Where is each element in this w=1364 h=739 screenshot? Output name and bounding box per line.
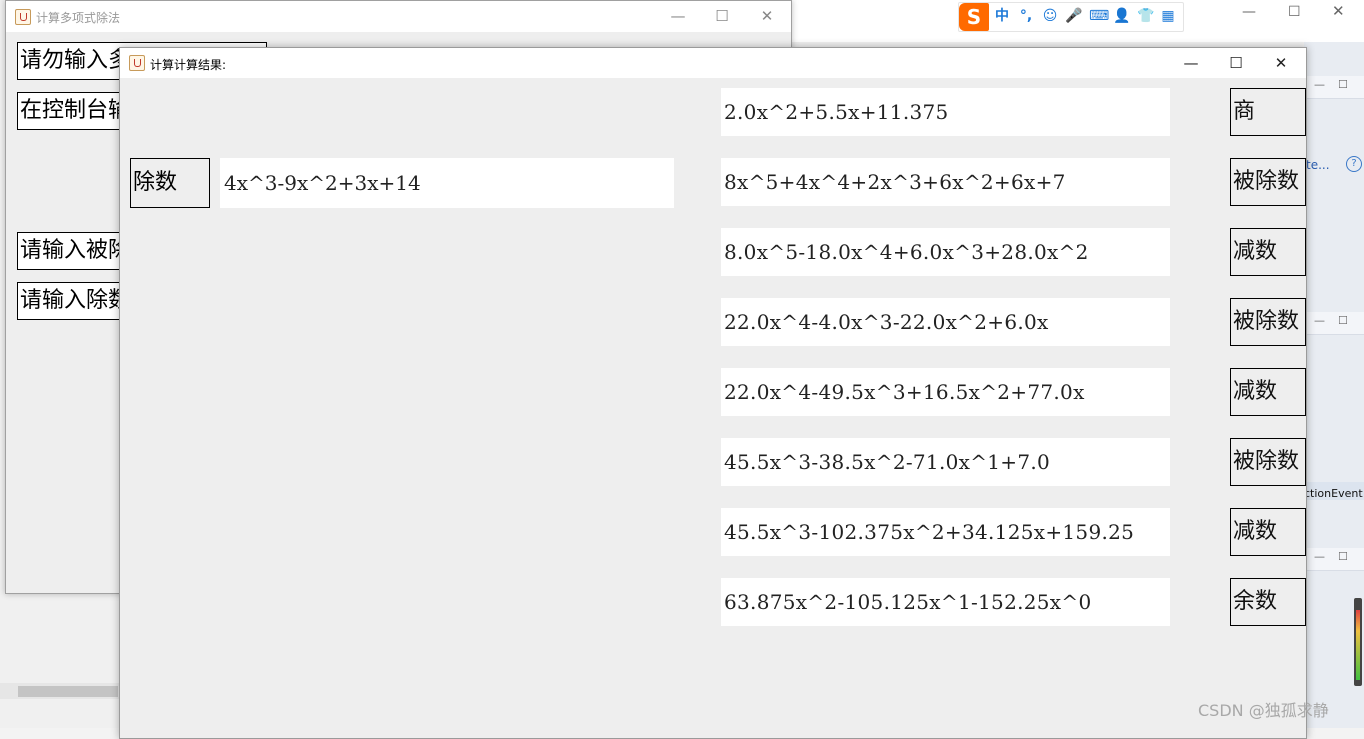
ide-scrollbar-thumb[interactable] — [18, 686, 118, 697]
ide-minimize-button[interactable]: — — [1242, 4, 1256, 20]
subtrahend-label: 减数 — [1230, 228, 1306, 276]
ime-user-icon[interactable]: 👤 — [1113, 7, 1131, 25]
ide-panel-maximize-button[interactable]: ☐ — [1338, 78, 1348, 91]
subtrahend-value-field[interactable]: 45.5x^3-102.375x^2+34.125x+159.25 — [721, 508, 1170, 556]
back-close-button[interactable]: ✕ — [744, 1, 790, 32]
ime-chinese-mode-icon[interactable]: 中 — [993, 7, 1011, 25]
back-minimize-button[interactable]: — — [655, 1, 701, 32]
ime-toolbox-icon[interactable]: ▦ — [1159, 7, 1177, 25]
dividend-label: 被除数 — [1230, 158, 1306, 206]
ide-panel-minimize-button[interactable]: — — [1314, 314, 1325, 327]
sogou-logo-icon[interactable]: S — [959, 3, 989, 31]
ide-panel-maximize-button[interactable]: ☐ — [1338, 314, 1348, 327]
result-window-title: 计算计算结果: — [150, 58, 227, 72]
result-window: 计算计算结果: — ☐ ✕ 除数 4x^3-9x^2+3x+14 2.0x^2+… — [119, 47, 1307, 739]
java-icon — [129, 55, 145, 71]
result-window-titlebar[interactable]: 计算计算结果: — ☐ ✕ — [120, 48, 1306, 78]
ime-punctuation-icon[interactable]: °, — [1017, 7, 1035, 25]
ide-restore-button[interactable]: ☐ — [1288, 4, 1301, 20]
ide-outline-item[interactable]: te... — [1306, 158, 1330, 172]
ide-selected-row[interactable]: ctionEvent — [1304, 482, 1364, 500]
java-icon — [15, 9, 31, 25]
remainder-label: 余数 — [1230, 578, 1306, 626]
ime-keyboard-icon[interactable]: ⌨ — [1089, 7, 1109, 25]
dividend-label: 被除数 — [1230, 298, 1306, 346]
help-icon[interactable]: ? — [1346, 156, 1362, 172]
back-window-titlebar[interactable]: 计算多项式除法 — ☐ ✕ — [6, 1, 791, 32]
dividend-value-field[interactable]: 8x^5+4x^4+2x^3+6x^2+6x+7 — [721, 158, 1170, 206]
back-maximize-button[interactable]: ☐ — [699, 1, 745, 32]
dividend-label: 被除数 — [1230, 438, 1306, 486]
volume-meter-fill — [1356, 610, 1360, 680]
ide-selected-row-label: ctionEvent — [1304, 487, 1363, 500]
ide-panel-minimize-button[interactable]: — — [1314, 78, 1325, 91]
ime-skin-icon[interactable]: 👕 — [1137, 7, 1155, 25]
ime-voice-icon[interactable]: 🎤 — [1065, 7, 1083, 25]
ide-panel-header: — ☐ — [1304, 312, 1364, 335]
ide-panel-header: — ☐ — [1304, 548, 1364, 571]
quotient-label: 商 — [1230, 88, 1306, 136]
subtrahend-label: 减数 — [1230, 508, 1306, 556]
ime-toolbar: S 中 °, ☺ 🎤 ⌨ 👤 👕 ▦ — [958, 2, 1184, 32]
divisor-label: 除数 — [130, 158, 210, 208]
subtrahend-label: 减数 — [1230, 368, 1306, 416]
ide-close-button[interactable]: ✕ — [1332, 2, 1345, 20]
back-window-title: 计算多项式除法 — [36, 11, 121, 25]
ide-panel-maximize-button[interactable]: ☐ — [1338, 550, 1348, 563]
ide-panel-minimize-button[interactable]: — — [1314, 550, 1325, 563]
ime-emoji-icon[interactable]: ☺ — [1041, 7, 1059, 25]
remainder-value-field[interactable]: 63.875x^2-105.125x^1-152.25x^0 — [721, 578, 1170, 626]
dividend-value-field[interactable]: 22.0x^4-4.0x^3-22.0x^2+6.0x — [721, 298, 1170, 346]
ide-panel-header: — ☐ — [1304, 76, 1364, 99]
dividend-value-field[interactable]: 45.5x^3-38.5x^2-71.0x^1+7.0 — [721, 438, 1170, 486]
csdn-watermark: CSDN @独孤求静 — [1198, 701, 1329, 720]
divisor-value-field[interactable]: 4x^3-9x^2+3x+14 — [220, 158, 674, 208]
subtrahend-value-field[interactable]: 8.0x^5-18.0x^4+6.0x^3+28.0x^2 — [721, 228, 1170, 276]
subtrahend-value-field[interactable]: 22.0x^4-49.5x^3+16.5x^2+77.0x — [721, 368, 1170, 416]
result-close-button[interactable]: ✕ — [1258, 48, 1304, 78]
result-maximize-button[interactable]: ☐ — [1213, 48, 1259, 78]
result-minimize-button[interactable]: — — [1168, 48, 1214, 78]
quotient-value-field[interactable]: 2.0x^2+5.5x+11.375 — [721, 88, 1170, 136]
